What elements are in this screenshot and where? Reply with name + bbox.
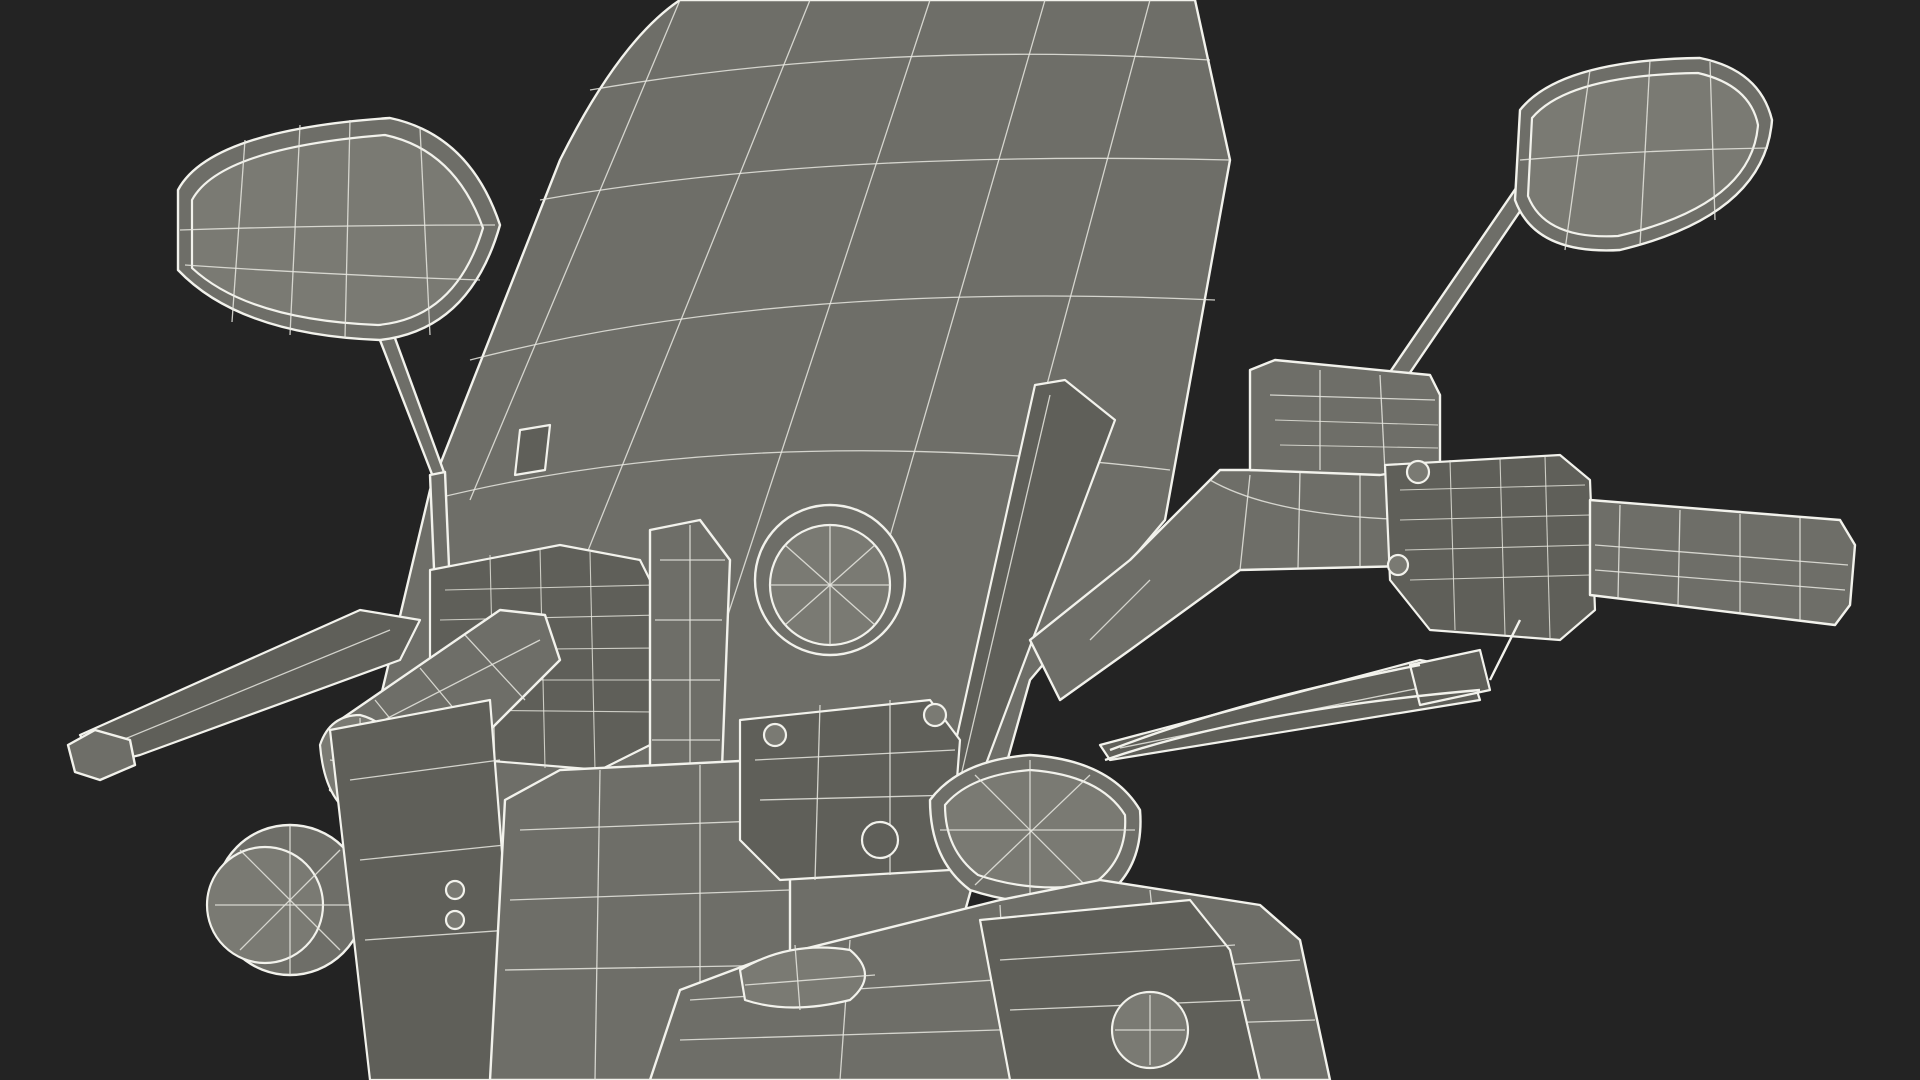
headstock-box <box>738 698 962 882</box>
right-switch-housing <box>1383 453 1597 642</box>
motorcycle-wireframe-scene <box>0 0 1920 1080</box>
upper-gauge <box>753 503 907 657</box>
right-reservoir <box>1248 358 1442 477</box>
